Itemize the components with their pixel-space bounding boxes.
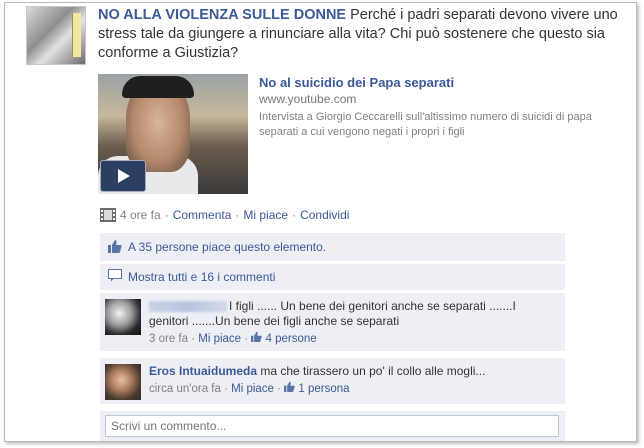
thumbs-up-icon xyxy=(108,239,122,256)
comment-body: Eros Intuaidumeda ma che tirassero un po… xyxy=(149,364,557,397)
likes-count-text[interactable]: A 35 persone piace questo elemento. xyxy=(128,240,326,254)
show-all-comments-link[interactable]: Mostra tutti e 16 i commenti xyxy=(128,270,275,284)
thumbs-up-icon xyxy=(251,331,263,345)
post-actions-bar: 4 ore fa · Commenta · Mi piace · Condivi… xyxy=(100,208,349,222)
link-url: www.youtube.com xyxy=(259,92,357,106)
comment-like-link[interactable]: Mi piace xyxy=(231,383,274,395)
comment-body: I figli ...... Un bene dei genitori anch… xyxy=(149,299,557,347)
page-avatar[interactable] xyxy=(26,6,86,65)
comment-likes-count[interactable]: 1 persona xyxy=(298,383,349,395)
comment-item: I figli ...... Un bene dei genitori anch… xyxy=(100,293,565,351)
share-link[interactable]: Condividi xyxy=(300,208,349,222)
comment-likes-count[interactable]: 4 persone xyxy=(266,333,317,345)
comment-item: Eros Intuaidumeda ma che tirassero un po… xyxy=(100,358,565,404)
comment-link[interactable]: Commenta xyxy=(173,208,232,222)
comment-like-link[interactable]: Mi piace xyxy=(198,333,241,345)
likes-summary: A 35 persone piace questo elemento. xyxy=(100,233,565,261)
post-message: NO ALLA VIOLENZA SULLE DONNE Perché i pad… xyxy=(98,6,618,63)
commenter-avatar[interactable] xyxy=(105,299,141,335)
redacted-commenter-name xyxy=(149,301,227,313)
link-title[interactable]: No al suicidio dei Papa separati xyxy=(259,75,454,90)
separator-dot: · xyxy=(235,208,240,222)
play-icon[interactable] xyxy=(100,160,146,192)
video-thumbnail[interactable] xyxy=(98,74,248,194)
commenter-name-link[interactable]: Eros Intuaidumeda xyxy=(149,364,257,378)
show-all-comments[interactable]: Mostra tutti e 16 i commenti xyxy=(100,264,565,290)
comment-meta: circa un'ora fa · Mi piace · 1 persona xyxy=(149,381,350,395)
separator-dot: · xyxy=(164,208,169,222)
write-comment-area xyxy=(100,411,565,441)
video-film-icon xyxy=(100,208,116,222)
separator-dot: · xyxy=(292,208,297,222)
thumbs-up-icon xyxy=(284,381,295,395)
comment-meta: 3 ore fa · Mi piace · 4 persone xyxy=(149,331,317,345)
post-author-link[interactable]: NO ALLA VIOLENZA SULLE DONNE xyxy=(98,7,346,23)
commenter-avatar[interactable] xyxy=(105,364,141,400)
comment-time[interactable]: 3 ore fa xyxy=(149,333,188,345)
comment-bubble-icon xyxy=(108,269,122,285)
comment-time[interactable]: circa un'ora fa xyxy=(149,383,221,395)
like-link[interactable]: Mi piace xyxy=(243,208,288,222)
comment-input[interactable] xyxy=(105,415,559,437)
link-description: Intervista a Giorgio Ceccarelli sull'alt… xyxy=(259,111,592,138)
comment-text: ma che tirassero un po' il collo alle mo… xyxy=(260,364,486,378)
post-time[interactable]: 4 ore fa xyxy=(120,208,161,222)
